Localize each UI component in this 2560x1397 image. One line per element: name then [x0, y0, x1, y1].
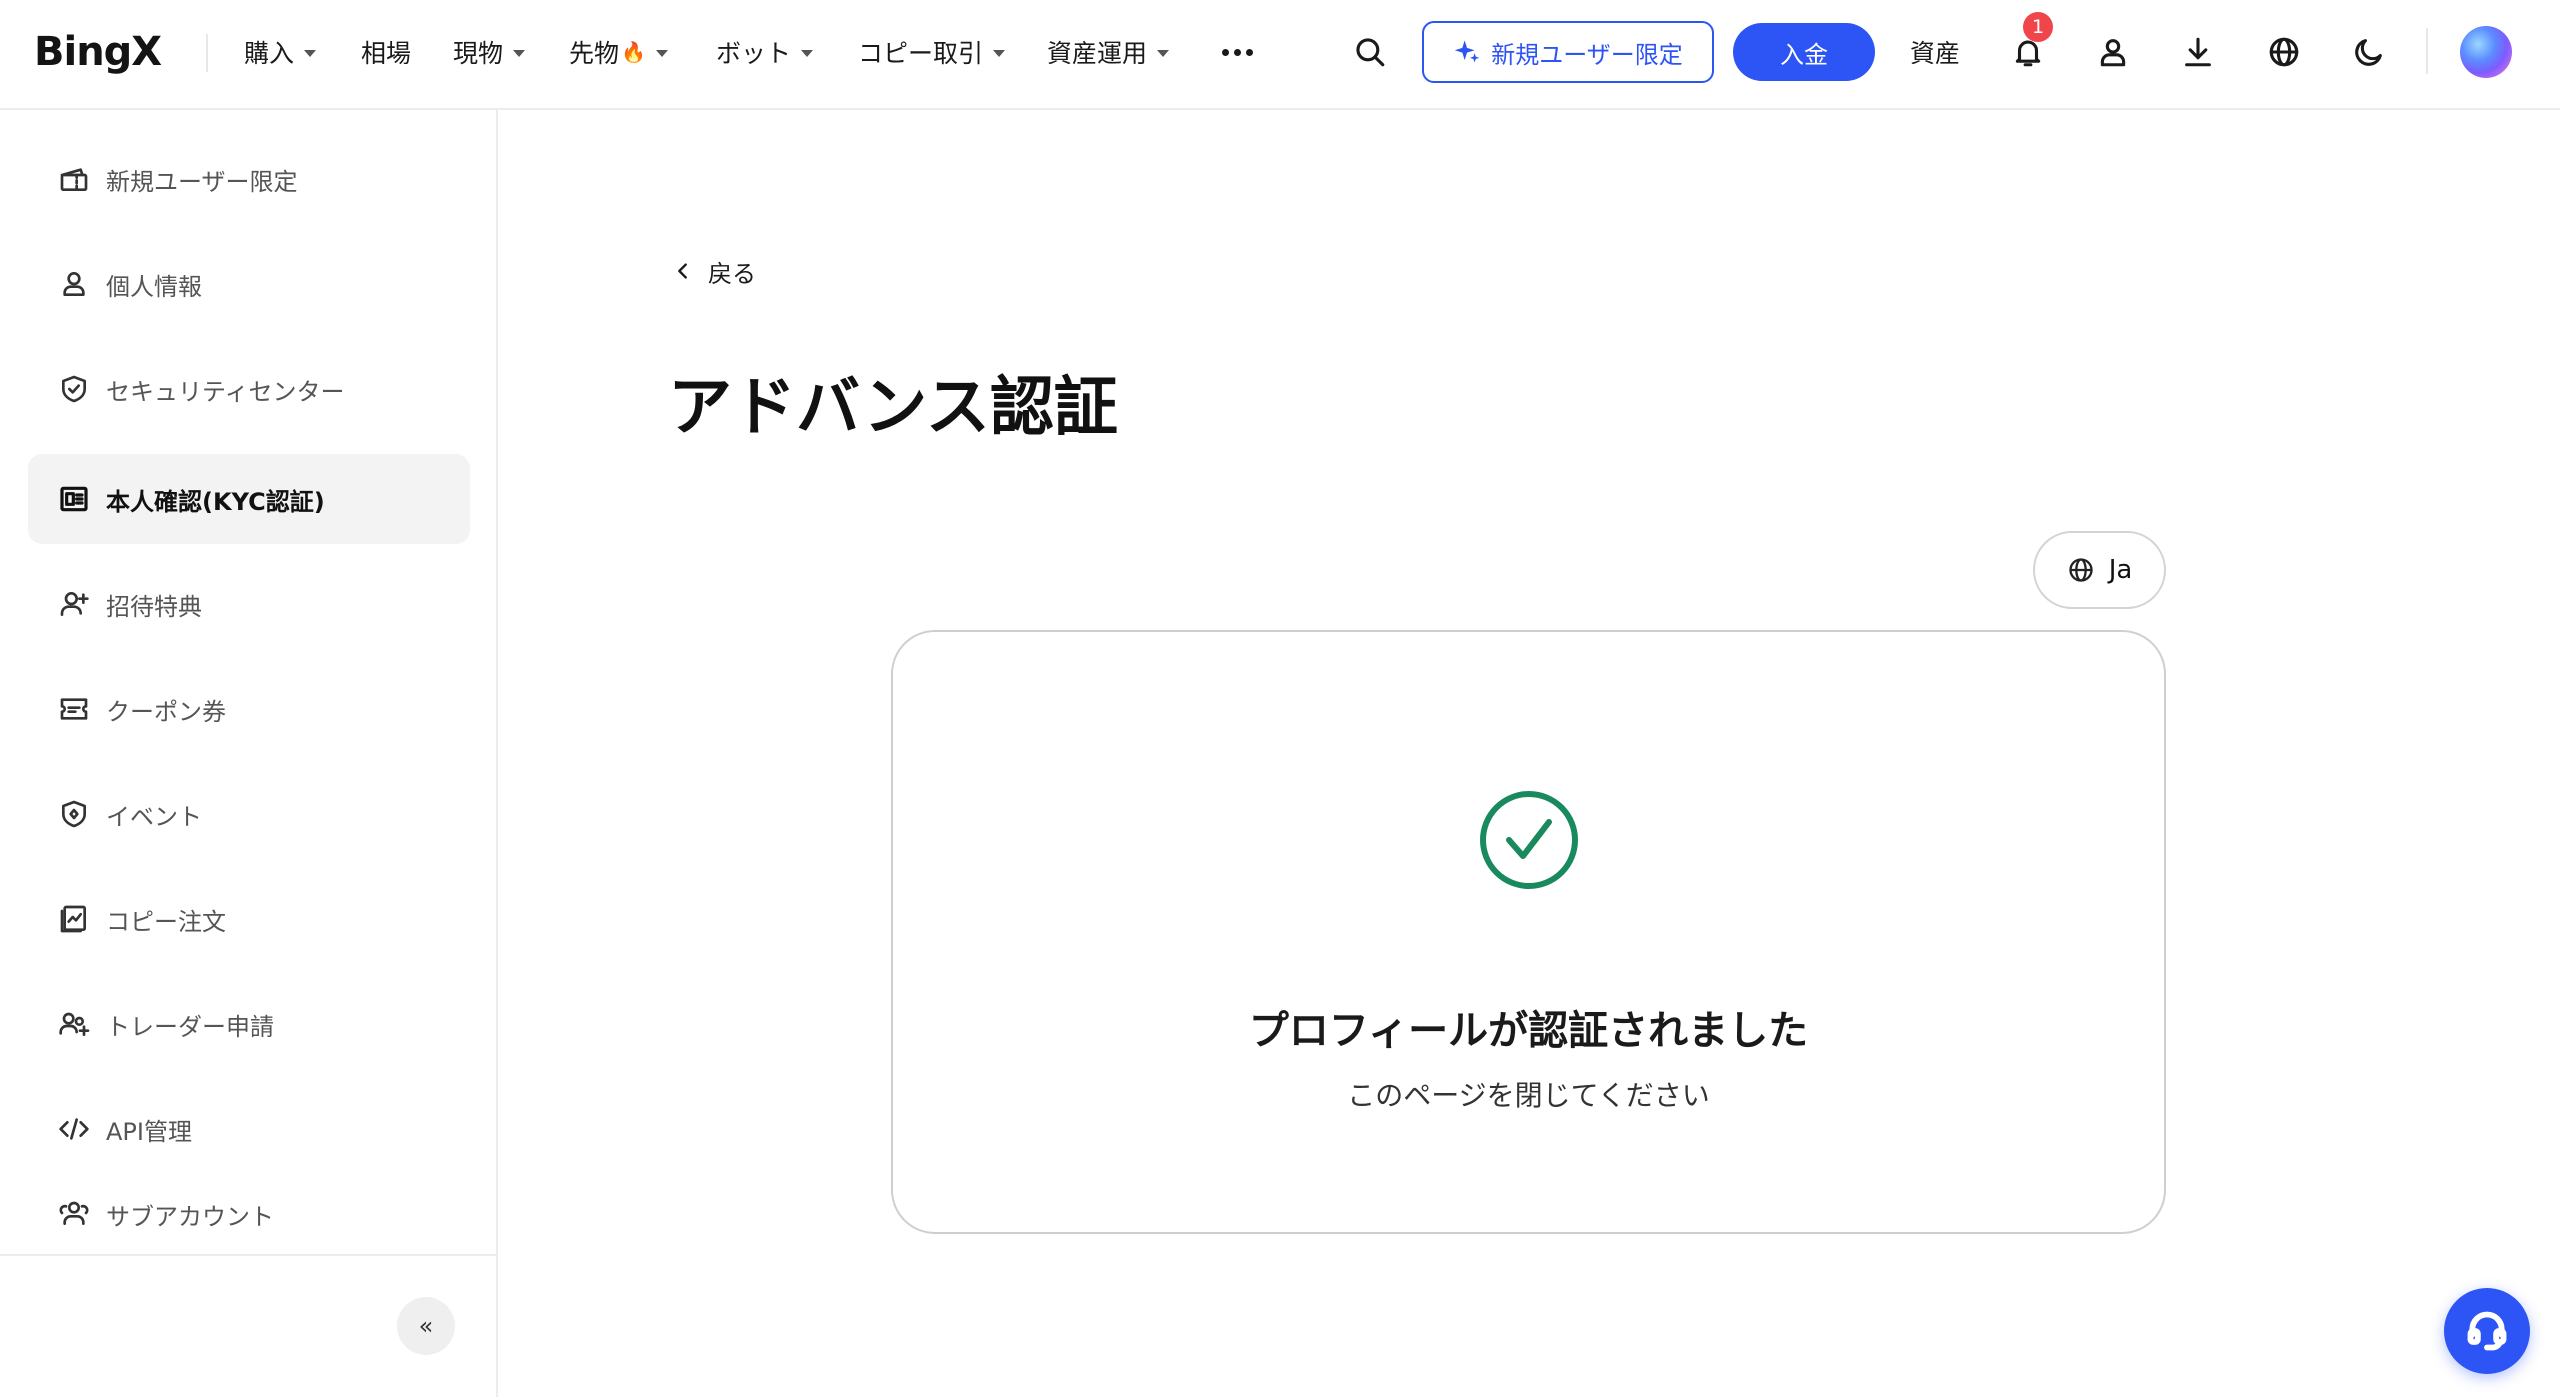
chevron-left-icon: [678, 263, 687, 279]
sidebar-item-events[interactable]: イベント: [28, 769, 470, 859]
sidebar-item-coupons[interactable]: クーポン券: [28, 664, 470, 754]
chevron-down-icon: [801, 49, 814, 57]
deposit-button[interactable]: 入金: [1733, 23, 1875, 81]
sidebar-item-label: サブアカウント: [106, 1203, 274, 1231]
user-icon[interactable]: [2089, 28, 2137, 76]
language-label: Ja: [2108, 555, 2133, 585]
sidebar-item-copy-orders[interactable]: コピー注文: [28, 874, 470, 964]
coupon-icon: [60, 698, 88, 720]
top-navigation: BingX 購入 相場 現物 先物 🔥 ボット コピー取引 資産運用 新規ユーザー…: [0, 0, 2560, 110]
sidebar-item-label: トレーダー申請: [106, 1012, 274, 1041]
shield-icon: [62, 375, 86, 403]
notification-badge: 1: [2023, 12, 2053, 42]
sidebar-item-label: クーポン券: [106, 697, 226, 726]
success-check-icon: [1480, 791, 1578, 889]
user-icon: [63, 272, 85, 296]
sidebar-item-label: コピー注文: [106, 907, 226, 936]
verification-status-card: プロフィールが認証されました このページを閉じてください: [891, 630, 2166, 1234]
back-link[interactable]: 戻る: [672, 254, 756, 288]
account-sidebar: 新規ユーザー限定 個人情報 セキュリティセンター 本人確認(KYC認証) 招待特…: [0, 110, 498, 1397]
assets-link[interactable]: 資産: [1910, 30, 1960, 74]
sidebar-item-label: 招待特典: [106, 592, 202, 621]
new-user-promo-button[interactable]: 新規ユーザー限定: [1422, 21, 1714, 83]
globe-icon[interactable]: [2260, 28, 2308, 76]
download-icon[interactable]: [2174, 28, 2222, 76]
sparkle-icon: [1454, 40, 1480, 63]
sidebar-item-label: イベント: [106, 802, 202, 831]
status-title: プロフィールが認証されました: [1248, 1008, 1809, 1054]
globe-icon: [2069, 558, 2093, 582]
dark-mode-icon[interactable]: [2345, 28, 2393, 76]
sidebar-item-security[interactable]: セキュリティセンター: [28, 344, 470, 434]
nav-copy-trading[interactable]: コピー取引: [858, 30, 1006, 74]
more-dots-icon[interactable]: [1222, 30, 1253, 74]
nav-markets-label: 相場: [361, 39, 412, 68]
nav-spot[interactable]: 現物: [453, 30, 526, 74]
back-label: 戻る: [708, 259, 756, 288]
nav-buy-label: 購入: [244, 39, 295, 68]
user-plus-icon: [60, 592, 89, 616]
nav-earn[interactable]: 資産運用: [1047, 30, 1170, 74]
nav-futures[interactable]: 先物 🔥: [569, 30, 668, 74]
ticket-icon: [60, 168, 88, 191]
logo-divider: [206, 34, 208, 72]
id-card-icon: [60, 486, 88, 512]
status-subtitle: このページを閉じてください: [1347, 1079, 1710, 1112]
nav-markets[interactable]: 相場: [361, 30, 411, 74]
nav-bots-label: ボット: [716, 39, 792, 68]
nav-earn-label: 資産運用: [1047, 39, 1148, 68]
bingx-logo[interactable]: BingX: [34, 29, 162, 75]
page-title: アドバンス認証: [668, 371, 1118, 445]
sidebar-item-label: 新規ユーザー限定: [106, 167, 298, 196]
headset-icon: [2467, 1311, 2507, 1351]
collapse-sidebar-button[interactable]: «: [397, 1297, 455, 1355]
sidebar-item-label: 個人情報: [106, 272, 202, 301]
sidebar-item-label: 本人確認(KYC認証): [106, 487, 325, 516]
chevron-down-icon: [655, 49, 668, 57]
sidebar-item-new-user[interactable]: 新規ユーザー限定: [28, 134, 470, 224]
sidebar-item-api[interactable]: API管理: [28, 1084, 470, 1174]
nav-futures-label: 先物: [569, 39, 620, 68]
new-user-promo-label: 新規ユーザー限定: [1491, 40, 1683, 69]
nav-buy[interactable]: 購入: [244, 30, 317, 74]
sidebar-footer-divider: [0, 1254, 496, 1256]
sub-account-icon: [59, 1201, 89, 1225]
header-divider: [2426, 28, 2428, 74]
language-selector[interactable]: Ja: [2033, 531, 2166, 609]
code-icon: [59, 1118, 89, 1140]
sidebar-item-trader-application[interactable]: トレーダー申請: [28, 979, 470, 1069]
nav-spot-label: 現物: [453, 39, 504, 68]
trader-icon: [59, 1012, 90, 1036]
copy-order-icon: [60, 905, 86, 933]
sidebar-item-personal-info[interactable]: 個人情報: [28, 239, 470, 329]
nav-bots[interactable]: ボット: [716, 30, 814, 74]
nav-copy-trading-label: コピー取引: [858, 39, 984, 68]
chevron-down-icon: [304, 49, 317, 57]
chevron-down-icon: [1157, 49, 1170, 57]
event-icon: [62, 800, 86, 828]
search-icon[interactable]: [1346, 28, 1394, 76]
chevron-down-icon: [513, 49, 526, 57]
sidebar-item-referral[interactable]: 招待特典: [28, 559, 470, 649]
sidebar-item-label: API管理: [106, 1117, 192, 1146]
chevron-down-icon: [993, 49, 1006, 57]
customer-support-button[interactable]: [2444, 1288, 2530, 1374]
fire-icon: 🔥: [621, 40, 646, 64]
avatar[interactable]: [2460, 26, 2512, 78]
sidebar-item-label: セキュリティセンター: [106, 377, 345, 406]
sidebar-item-kyc[interactable]: 本人確認(KYC認証): [28, 454, 470, 544]
sidebar-item-sub-accounts[interactable]: サブアカウント: [28, 1189, 470, 1249]
